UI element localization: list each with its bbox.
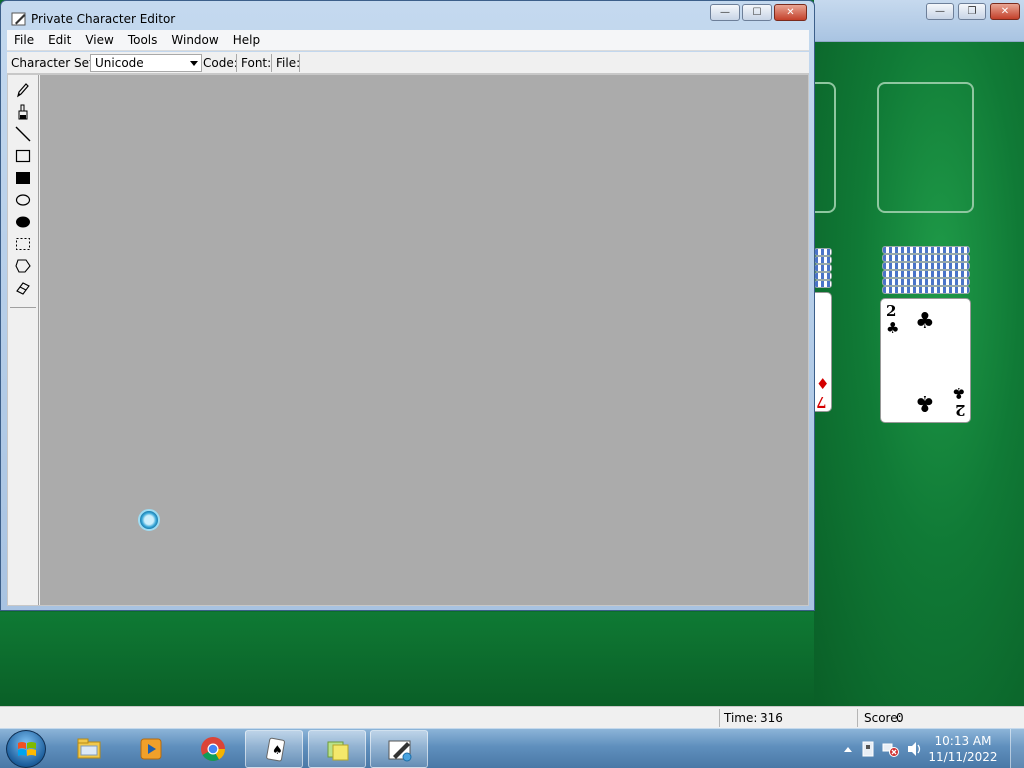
toolbar-divider — [201, 54, 202, 72]
window-title: Private Character Editor — [11, 9, 511, 29]
card-back — [814, 264, 832, 272]
card-back — [814, 256, 832, 264]
card-rank: 7 — [816, 393, 827, 411]
editor-client-area — [7, 74, 809, 606]
glyph-edit-canvas[interactable] — [40, 75, 808, 605]
windows-logo-icon — [18, 742, 36, 756]
toolbar-divider — [236, 54, 237, 72]
card-back — [882, 278, 970, 286]
clock-date: 11/11/2022 — [928, 750, 998, 764]
busy-cursor-icon — [138, 509, 160, 531]
pen-app-icon — [11, 12, 26, 26]
solitaire-titlebar: — ❐ ✕ — [814, 0, 1024, 42]
action-center-icon[interactable] — [860, 741, 876, 757]
filled-ellipse-icon[interactable] — [14, 213, 32, 231]
playing-card[interactable]: 2 ♣ ♣ ♣ ♣ 2 — [880, 298, 971, 423]
suit-pip: ♣ — [951, 384, 965, 402]
filled-rectangle-icon[interactable] — [14, 169, 32, 187]
time-value: 316 — [760, 711, 783, 725]
sticky-notes-taskbar-button[interactable] — [308, 730, 366, 768]
menu-view[interactable]: View — [78, 30, 120, 51]
private-character-editor-icon — [388, 740, 412, 762]
window-title-text: Private Character Editor — [31, 12, 176, 26]
card-back — [814, 280, 832, 288]
score-value: 0 — [896, 711, 904, 725]
brush-icon[interactable] — [14, 103, 32, 121]
media-player-icon — [140, 738, 162, 760]
code-label: Code: — [203, 56, 238, 70]
tool-palette — [8, 75, 39, 605]
private-character-editor-taskbar-button[interactable] — [370, 730, 428, 768]
suit-pip: ♣ — [915, 390, 935, 415]
clock[interactable]: 10:13 AM 11/11/2022 — [928, 733, 998, 765]
menu-tools[interactable]: Tools — [121, 30, 165, 51]
card-back — [882, 286, 970, 294]
charset-dropdown[interactable]: Unicode — [90, 54, 202, 72]
card-rank: 2 — [886, 302, 897, 320]
system-tray: 10:13 AM 11/11/2022 — [840, 729, 1024, 768]
windows-explorer-icon — [77, 738, 101, 759]
suit-pip: ♦ — [816, 375, 830, 393]
close-button[interactable]: ✕ — [774, 4, 807, 21]
hollow-rectangle-icon[interactable] — [14, 147, 32, 165]
hollow-ellipse-icon[interactable] — [14, 191, 32, 209]
solitaire-status-bar: Time: 316 Score: 0 — [0, 706, 1024, 728]
sticky-notes-icon — [327, 741, 349, 761]
status-divider — [719, 709, 720, 727]
eraser-icon[interactable] — [14, 279, 32, 297]
card-rank: 2 — [954, 401, 965, 419]
chevron-down-icon — [190, 61, 198, 66]
solitaire-icon: ♠ — [266, 737, 285, 762]
status-divider — [857, 709, 858, 727]
file-label: File: — [276, 56, 301, 70]
private-character-editor-window: Private Character Editor — ☐ ✕ File Edit… — [0, 0, 815, 611]
chrome-icon — [201, 737, 225, 762]
card-back — [882, 246, 970, 254]
clock-time: 10:13 AM — [934, 734, 992, 748]
menu-bar: File Edit View Tools Window Help — [7, 30, 809, 51]
network-warning-icon[interactable] — [882, 741, 900, 757]
charset-value: Unicode — [95, 56, 144, 70]
charset-label: Character Set: — [11, 56, 98, 70]
show-hidden-icons-icon[interactable] — [843, 745, 853, 753]
pencil-icon[interactable] — [14, 81, 32, 99]
show-desktop-button[interactable] — [1010, 729, 1024, 768]
minimize-button[interactable]: — — [710, 4, 740, 21]
line-icon[interactable] — [14, 125, 32, 143]
card-back — [882, 262, 970, 270]
suit-pip: ♣ — [915, 309, 935, 334]
menu-file[interactable]: File — [7, 30, 41, 51]
solitaire-restore-button[interactable]: ❐ — [958, 3, 986, 20]
menu-help[interactable]: Help — [226, 30, 267, 51]
menu-window[interactable]: Window — [164, 30, 225, 51]
media-player-button[interactable] — [122, 730, 180, 768]
menu-edit[interactable]: Edit — [41, 30, 78, 51]
volume-icon[interactable] — [906, 741, 924, 757]
solitaire-close-button[interactable]: ✕ — [990, 3, 1020, 20]
suit-pip: ♣ — [886, 319, 900, 337]
start-button[interactable] — [6, 730, 46, 768]
time-label: Time: — [724, 711, 758, 725]
solitaire-felt — [0, 612, 814, 706]
card-back — [814, 248, 832, 256]
font-label: Font: — [241, 56, 272, 70]
solitaire-taskbar-button[interactable]: ♠ — [245, 730, 303, 768]
svg-text:♠: ♠ — [272, 743, 283, 757]
chrome-button[interactable] — [184, 730, 242, 768]
toolbar-divider — [299, 54, 300, 72]
foundation-slot[interactable] — [877, 82, 974, 213]
taskbar: ♠ 10:13 AM 11/11/2022 — [0, 728, 1024, 768]
info-toolbar: Character Set: Unicode Code: Font: File: — [7, 52, 809, 74]
toolbar-divider — [271, 54, 272, 72]
freeform-selection-icon[interactable] — [14, 257, 32, 275]
card-back — [882, 270, 970, 278]
solitaire-felt: ♦ 7 2 ♣ ♣ ♣ ♣ 2 — [806, 42, 1024, 706]
tool-palette-divider — [10, 307, 36, 308]
rectangular-selection-icon[interactable] — [14, 235, 32, 253]
card-back — [882, 254, 970, 262]
solitaire-minimize-button[interactable]: — — [926, 3, 954, 20]
maximize-button[interactable]: ☐ — [742, 4, 772, 21]
windows-explorer-button[interactable] — [60, 730, 118, 768]
card-back — [814, 272, 832, 280]
